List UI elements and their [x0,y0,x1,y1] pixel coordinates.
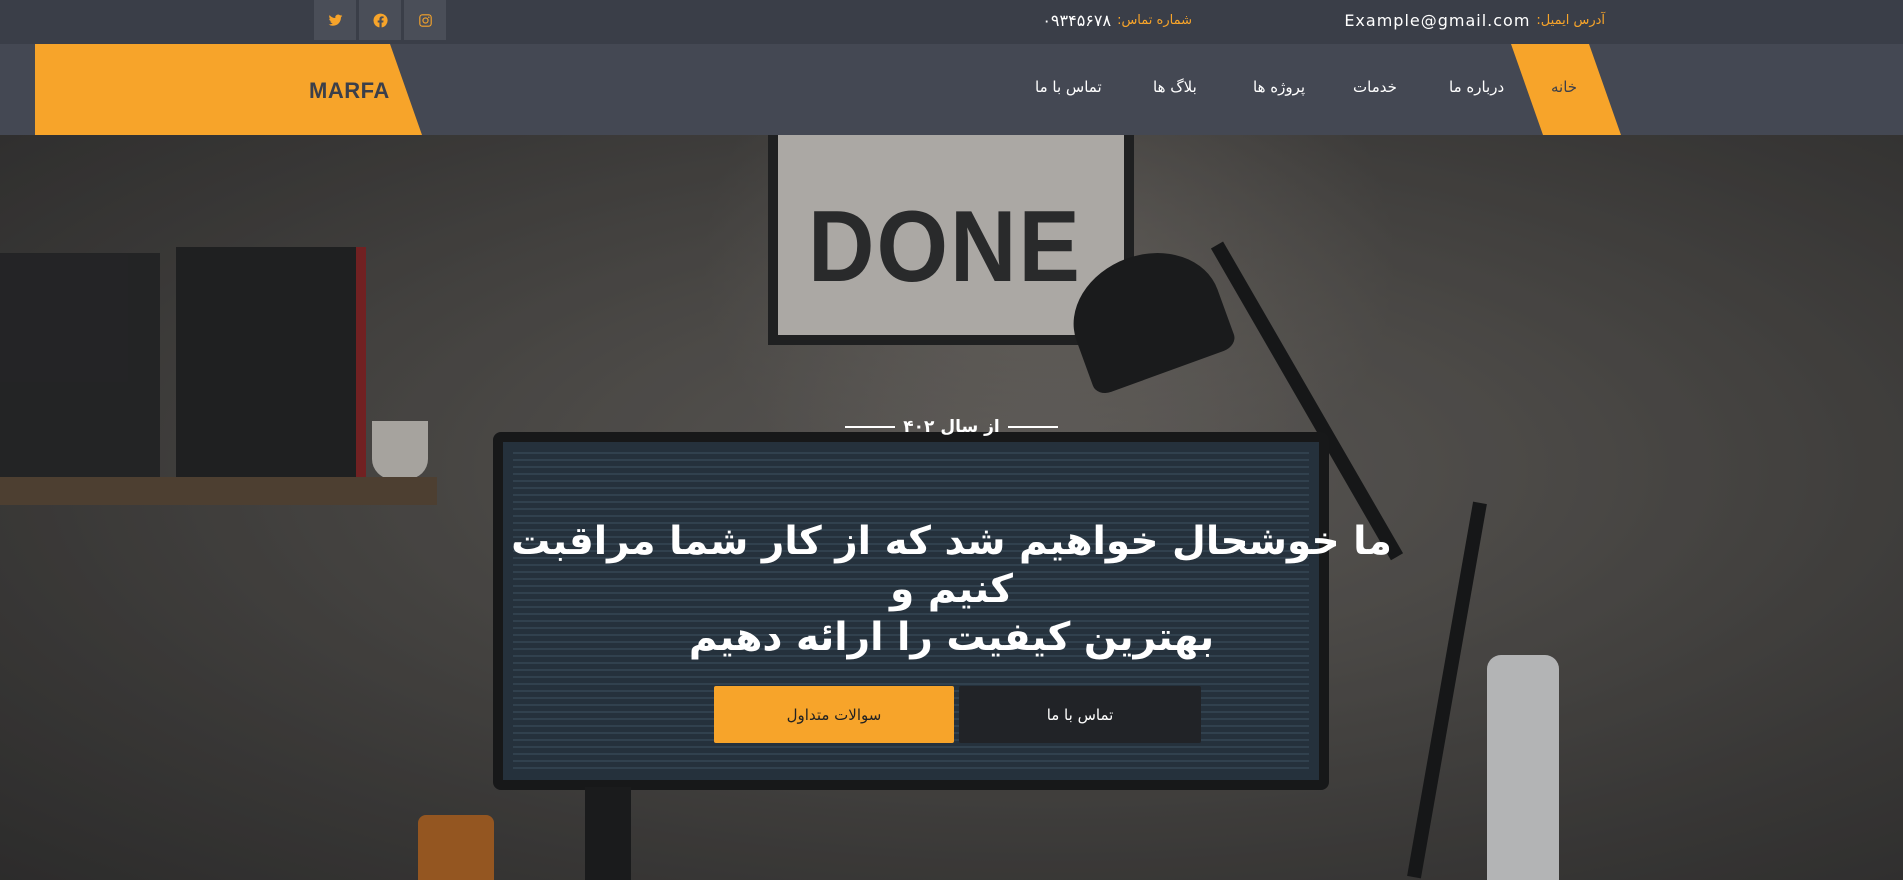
nav-item-blogs[interactable]: بلاگ ها [1153,78,1197,96]
email-contact: آدرس ایمیل: Example@gmail.com [1344,0,1605,40]
instagram-icon[interactable] [404,0,446,40]
since-text: از سال ۴۰۲ [903,417,1000,437]
faq-button[interactable]: سوالات متداول [714,686,954,743]
since-tagline: از سال ۴۰۲ [0,417,1903,437]
headline-line-1: ما خوشحال خواهیم شد که از کار شما مراقبت… [511,519,1392,612]
contact-us-button[interactable]: تماس با ما [959,686,1201,743]
email-label: آدرس ایمیل: [1536,12,1605,28]
headline-line-2: بهترین کیفیت را ارائه دهیم [688,615,1215,660]
top-bar [0,0,1903,44]
phone-contact: شماره تماس: ۰۹۳۴۵۶۷۸ [1042,0,1192,40]
nav-item-projects[interactable]: پروژه ها [1253,78,1305,96]
nav-item-contact[interactable]: تماس با ما [1035,78,1102,96]
nav-item-home[interactable]: خانه [1551,78,1577,96]
logo[interactable]: MARFA [309,78,390,104]
tagline-line [1007,426,1058,428]
phone-label: شماره تماس: [1117,12,1192,28]
hero-headline: ما خوشحال خواهیم شد که از کار شما مراقبت… [500,518,1403,662]
phone-value[interactable]: ۰۹۳۴۵۶۷۸ [1042,11,1111,30]
hero-overlay [0,135,1903,880]
facebook-icon[interactable] [359,0,401,40]
twitter-icon[interactable] [314,0,356,40]
tagline-line [845,426,896,428]
nav-item-services[interactable]: خدمات [1353,78,1397,96]
hero-section: DONE از سال ۴۰۲ ما خوشحال خواهیم شد که ا… [0,135,1903,880]
nav-item-about[interactable]: درباره ما [1449,78,1504,96]
email-value[interactable]: Example@gmail.com [1344,11,1530,30]
